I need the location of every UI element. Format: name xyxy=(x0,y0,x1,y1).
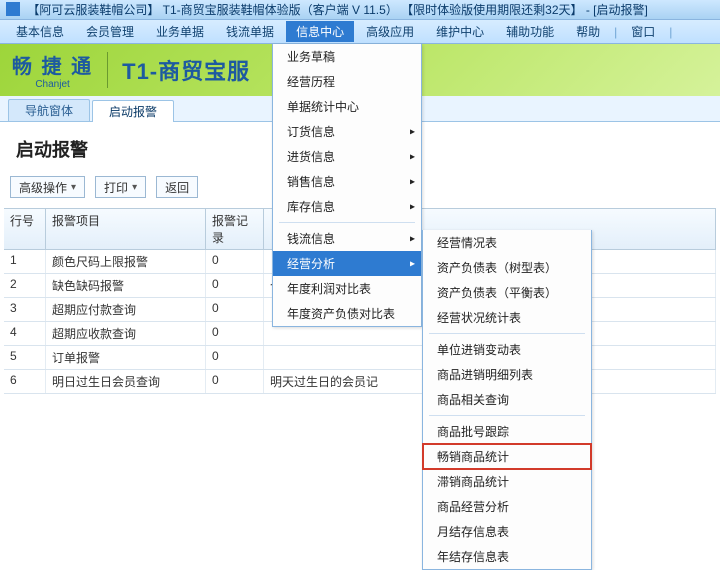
menu-entry[interactable]: 经营情况表 xyxy=(423,230,591,255)
menu-item[interactable]: 维护中心 xyxy=(426,21,494,42)
col-count[interactable]: 报警记录 xyxy=(206,209,264,249)
logo-cn: 畅 捷 通 xyxy=(12,50,93,79)
menu-entry[interactable]: 畅销商品统计 xyxy=(423,444,591,469)
chevron-right-icon: ▸ xyxy=(410,233,415,244)
menu-entry[interactable]: 资产负债表（树型表） xyxy=(423,255,591,280)
menu-item[interactable]: 业务单据 xyxy=(146,21,214,42)
chevron-right-icon: ▸ xyxy=(410,258,415,269)
chevron-right-icon: ▸ xyxy=(410,201,415,212)
back-button[interactable]: 返回 xyxy=(156,176,198,198)
menu-item[interactable]: 信息中心 xyxy=(286,21,354,42)
logo-en: Chanjet xyxy=(35,79,69,90)
app-icon xyxy=(6,2,20,16)
menu-entry[interactable]: 单据统计中心 xyxy=(273,94,421,119)
chevron-down-icon: ▾ xyxy=(71,182,76,193)
menu-entry[interactable]: 月结存信息表 xyxy=(423,519,591,544)
menu-entry[interactable]: 商品批号跟踪 xyxy=(423,419,591,444)
menu-entry[interactable]: 单位进销变动表 xyxy=(423,337,591,362)
menu-entry[interactable]: 经营状况统计表 xyxy=(423,305,591,330)
menu-entry[interactable]: 经营分析▸ xyxy=(273,251,421,276)
menu-item[interactable]: 钱流单据 xyxy=(216,21,284,42)
menu-entry[interactable]: 订货信息▸ xyxy=(273,119,421,144)
menu-entry[interactable]: 进货信息▸ xyxy=(273,144,421,169)
document-tab[interactable]: 导航窗体 xyxy=(8,99,90,121)
chevron-right-icon: ▸ xyxy=(410,176,415,187)
chevron-right-icon: ▸ xyxy=(410,126,415,137)
print-button[interactable]: 打印▾ xyxy=(95,176,146,198)
window-titlebar: 【阿可云服装鞋帽公司】 T1-商贸宝服装鞋帽体验版（客户端 V 11.5） 【限… xyxy=(0,0,720,20)
col-item[interactable]: 报警项目 xyxy=(46,209,206,249)
menu-entry[interactable]: 商品相关查询 xyxy=(423,387,591,412)
menu-entry[interactable]: 钱流信息▸ xyxy=(273,226,421,251)
menu-item[interactable]: 基本信息 xyxy=(6,21,74,42)
menu-entry[interactable]: 商品经营分析 xyxy=(423,494,591,519)
table-row[interactable]: 5订单报警0 xyxy=(4,346,716,370)
menu-entry[interactable]: 年结存信息表 xyxy=(423,544,591,569)
main-menubar: 基本信息会员管理业务单据钱流单据信息中心高级应用维护中心辅助功能帮助|窗口| xyxy=(0,20,720,44)
menu-entry[interactable]: 商品进销明细列表 xyxy=(423,362,591,387)
info-center-menu: 业务草稿经营历程单据统计中心订货信息▸进货信息▸销售信息▸库存信息▸ 钱流信息▸经… xyxy=(272,44,422,327)
menu-entry[interactable]: 年度资产负债对比表 xyxy=(273,301,421,326)
menu-item[interactable]: 帮助 xyxy=(566,21,610,42)
menu-entry[interactable]: 库存信息▸ xyxy=(273,194,421,219)
menu-entry[interactable]: 资产负债表（平衡表） xyxy=(423,280,591,305)
window-title: 【阿可云服装鞋帽公司】 T1-商贸宝服装鞋帽体验版（客户端 V 11.5） 【限… xyxy=(27,3,648,17)
logo: 畅 捷 通 Chanjet xyxy=(12,50,93,90)
col-no[interactable]: 行号 xyxy=(4,209,46,249)
menu-entry[interactable]: 年度利润对比表 xyxy=(273,276,421,301)
analysis-submenu: 经营情况表资产负债表（树型表）资产负债表（平衡表）经营状况统计表单位进销变动表商… xyxy=(422,230,592,570)
menu-entry[interactable]: 业务草稿 xyxy=(273,44,421,69)
banner-divider xyxy=(107,52,108,88)
chevron-right-icon: ▸ xyxy=(410,151,415,162)
menu-item[interactable]: 辅助功能 xyxy=(496,21,564,42)
chevron-down-icon: ▾ xyxy=(132,182,137,193)
table-row[interactable]: 6明日过生日会员查询0明天过生日的会员记 xyxy=(4,370,716,394)
menu-entry[interactable]: 销售信息▸ xyxy=(273,169,421,194)
menu-window[interactable]: 窗口 xyxy=(621,21,665,42)
menu-item[interactable]: 会员管理 xyxy=(76,21,144,42)
brand-text: T1-商贸宝服 xyxy=(122,54,250,86)
menu-item[interactable]: 高级应用 xyxy=(356,21,424,42)
document-tab[interactable]: 启动报警 xyxy=(92,100,174,122)
advanced-ops-button[interactable]: 高级操作▾ xyxy=(10,176,85,198)
menu-entry[interactable]: 滞销商品统计 xyxy=(423,469,591,494)
menu-entry[interactable]: 经营历程 xyxy=(273,69,421,94)
